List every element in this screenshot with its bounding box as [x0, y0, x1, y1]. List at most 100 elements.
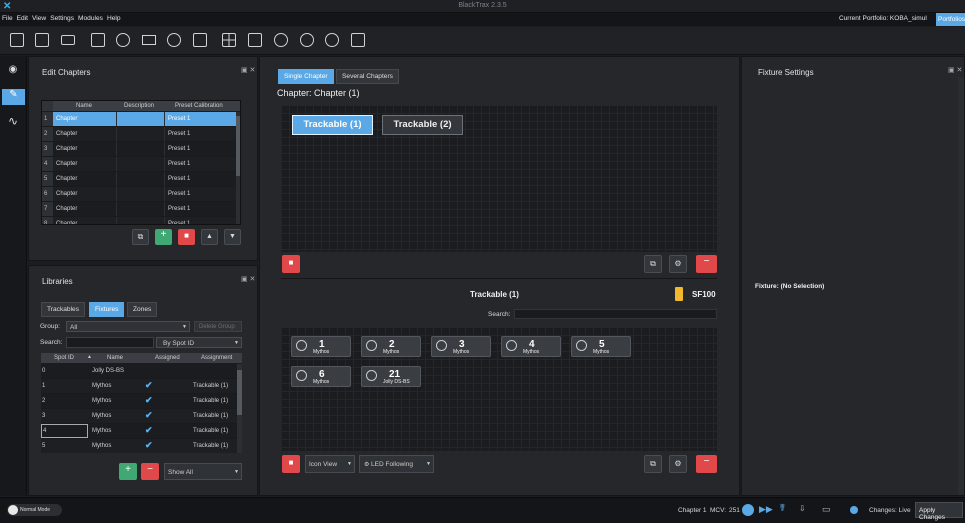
wave-icon[interactable]: ∿ — [5, 114, 21, 128]
link-fixture-button[interactable]: ⚙ — [669, 455, 687, 473]
spot-id[interactable]: 3 — [42, 413, 45, 419]
trackable-button-2[interactable]: Trackable (2) — [382, 115, 463, 135]
sync-icon[interactable] — [742, 504, 754, 516]
fixture-card[interactable]: 6 Mythos — [291, 366, 351, 387]
delete-group-button[interactable]: Delete Group — [194, 321, 242, 332]
table-row[interactable]: 3 Mythos ✔ Trackable (1) — [41, 409, 237, 424]
tab-zones[interactable]: Zones — [127, 302, 158, 317]
table-row[interactable]: 4 Chapter Preset 1 — [42, 157, 237, 172]
console-icon[interactable] — [351, 33, 365, 47]
menu-settings[interactable]: Settings — [48, 13, 76, 22]
fixture-card[interactable]: 3 Mythos — [431, 336, 491, 357]
remove-trackable-button[interactable]: − — [696, 255, 717, 273]
tab-single-chapter[interactable]: Single Chapter — [278, 69, 334, 84]
table-row[interactable]: 2 Mythos ✔ Trackable (1) — [41, 394, 237, 409]
view-mode-select[interactable]: Icon View ▼ — [305, 455, 355, 473]
col-description[interactable]: Description — [124, 103, 154, 109]
eye-icon[interactable]: ◉ — [5, 64, 21, 76]
chapter-name[interactable]: Chapter — [56, 206, 77, 212]
menu-view[interactable]: View — [30, 13, 48, 22]
chapter-preset[interactable]: Preset 1 — [168, 221, 190, 224]
chapter-preset[interactable]: Preset 1 — [168, 131, 190, 137]
open-folder-icon[interactable] — [35, 33, 49, 47]
table-row[interactable]: 0 Jolly DS-BS — [41, 364, 237, 379]
chat-icon[interactable]: ▭ — [822, 504, 831, 515]
grid-icon[interactable] — [222, 33, 236, 47]
chapter-preset[interactable]: Preset 1 — [168, 116, 190, 122]
library-search-input[interactable] — [66, 337, 154, 348]
tag-icon[interactable] — [274, 33, 288, 47]
import-icon[interactable] — [91, 33, 105, 47]
camera-icon[interactable] — [116, 33, 130, 47]
chapter-name[interactable]: Chapter — [56, 131, 77, 137]
show-filter-select[interactable]: Show All ▼ — [164, 463, 242, 480]
chapter-name[interactable]: Chapter — [56, 146, 77, 152]
link-trackable-button[interactable]: ⚙ — [669, 255, 687, 273]
chapter-preset[interactable]: Preset 1 — [168, 176, 190, 182]
chapter-name[interactable]: Chapter — [56, 191, 77, 197]
table-row[interactable]: 8 Chapter Preset 1 — [42, 217, 237, 224]
table-row[interactable]: 5 Mythos ✔ Trackable (1) — [41, 439, 237, 453]
history-icon[interactable] — [325, 33, 339, 47]
add-fixture-button[interactable]: + — [119, 463, 137, 480]
chapter-preset[interactable]: Preset 1 — [168, 161, 190, 167]
fixture-card[interactable]: 2 Mythos — [361, 336, 421, 357]
fixture-search-input[interactable] — [514, 309, 717, 319]
spot-id[interactable]: 1 — [42, 383, 45, 389]
apply-changes-button[interactable]: Apply Changes — [915, 502, 963, 521]
play-icon[interactable]: ▶▶ — [759, 504, 773, 515]
spot-id[interactable]: 5 — [42, 443, 45, 449]
tab-several-chapters[interactable]: Several Chapters — [336, 69, 399, 84]
spot-id[interactable]: 0 — [42, 368, 45, 374]
cube-icon[interactable] — [248, 33, 262, 47]
tab-fixtures[interactable]: Fixtures — [89, 302, 125, 317]
save-icon[interactable] — [10, 33, 24, 47]
table-row[interactable]: 1 Mythos ✔ Trackable (1) — [41, 379, 237, 394]
chapter-name[interactable]: Chapter — [56, 221, 77, 224]
table-row[interactable]: 1 Chapter Preset 1 — [42, 112, 237, 127]
scrollbar[interactable] — [958, 77, 964, 495]
chapter-preset[interactable]: Preset 1 — [168, 191, 190, 197]
export-icon[interactable] — [61, 35, 75, 45]
col-name[interactable]: Name — [76, 103, 92, 109]
duplicate-trackable-button[interactable]: ⧉ — [644, 255, 662, 273]
following-select[interactable]: ⚙ LED Following ▼ — [359, 455, 434, 473]
chapter-name[interactable]: Chapter — [56, 116, 77, 122]
spot-id[interactable]: 2 — [42, 398, 45, 404]
fixture-card[interactable]: 4 Mythos — [501, 336, 561, 357]
chapter-preset[interactable]: Preset 1 — [168, 206, 190, 212]
mode-toggle[interactable]: Normal Mode — [7, 504, 62, 516]
pencil-icon[interactable]: ✎ — [2, 89, 25, 105]
menu-edit[interactable]: Edit — [15, 13, 30, 22]
col-name[interactable]: Name — [107, 355, 123, 361]
walk-icon[interactable]: ☤ — [779, 503, 786, 514]
duplicate-fixture-button[interactable]: ⧉ — [644, 455, 662, 473]
download-icon[interactable]: ⇩ — [799, 504, 806, 513]
delete-chapter-button[interactable]: ■ — [178, 229, 195, 245]
chip-icon[interactable] — [193, 33, 207, 47]
col-preset[interactable]: Preset Calibration — [175, 103, 223, 109]
panel-pin-icon[interactable]: ▣ ✕ — [948, 66, 962, 74]
fixture-card[interactable]: 1 Mythos — [291, 336, 351, 357]
target-icon[interactable] — [300, 33, 314, 47]
tab-trackables[interactable]: Trackables — [41, 302, 86, 317]
col-spot-id[interactable]: Spot ID — [54, 355, 74, 361]
table-row[interactable]: 3 Chapter Preset 1 — [42, 142, 237, 157]
scrollbar[interactable] — [236, 112, 240, 224]
duplicate-chapter-button[interactable]: ⧉ — [132, 229, 149, 245]
panel-pin-icon[interactable]: ▣ ✕ — [241, 275, 255, 283]
table-row[interactable]: 5 Chapter Preset 1 — [42, 172, 237, 187]
spot-id[interactable]: 4 — [41, 424, 88, 438]
chapter-name[interactable]: Chapter — [56, 161, 77, 167]
trackable-button-1[interactable]: Trackable (1) — [292, 115, 373, 135]
fixture-card[interactable]: 5 Mythos — [571, 336, 631, 357]
move-up-button[interactable]: ▲ — [201, 229, 218, 245]
remove-trackable-left-button[interactable]: ■ — [282, 255, 300, 273]
fixture-card[interactable]: 21 Jolly DS-BS — [361, 366, 421, 387]
panel-pin-icon[interactable]: ▣ ✕ — [241, 66, 255, 74]
menu-modules[interactable]: Modules — [76, 13, 105, 22]
add-chapter-button[interactable]: + — [155, 229, 172, 245]
tripod-icon[interactable] — [142, 35, 156, 45]
table-row[interactable]: 7 Chapter Preset 1 — [42, 202, 237, 217]
move-down-button[interactable]: ▼ — [224, 229, 241, 245]
